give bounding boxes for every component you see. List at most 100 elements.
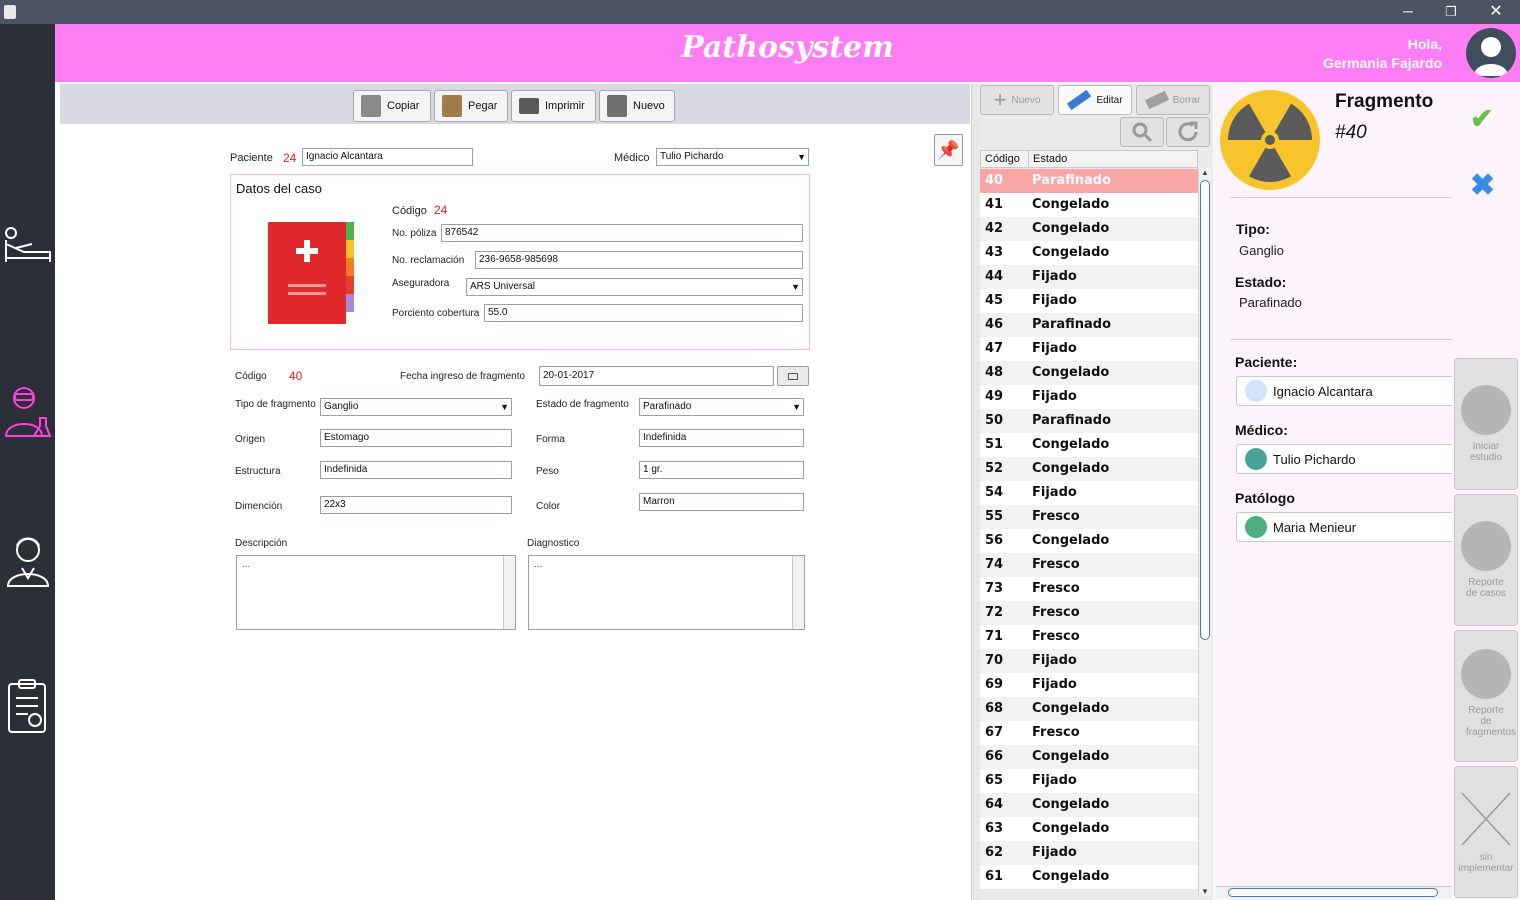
list-row[interactable]: 56 Congelado	[980, 529, 1198, 553]
list-row[interactable]: 42 Congelado	[980, 217, 1198, 241]
col-state-header[interactable]: Estado	[1033, 153, 1067, 165]
detail-type-label: Tipo:	[1236, 221, 1270, 237]
user-avatar[interactable]	[1466, 28, 1516, 78]
list-row[interactable]: 61 Congelado	[980, 865, 1198, 889]
plus-icon: +	[993, 87, 1007, 112]
list-row[interactable]: 63 Congelado	[980, 817, 1198, 841]
list-row[interactable]: 44 Fijado	[980, 265, 1198, 289]
doctor-select[interactable]: Tulio Pichardo ▼	[656, 148, 809, 166]
fragment-report-button[interactable]: Reporte de fragmentos	[1454, 630, 1518, 762]
list-row[interactable]: 54 Fijado	[980, 481, 1198, 505]
list-row[interactable]: 46 Parafinado	[980, 313, 1198, 337]
clipboard-icon[interactable]	[6, 678, 48, 734]
list-row[interactable]: 41 Congelado	[980, 193, 1198, 217]
row-state: Congelado	[1032, 461, 1110, 476]
refresh-button[interactable]	[1166, 117, 1210, 147]
fragment-date-field[interactable]: 20-01-2017	[539, 366, 774, 386]
list-row[interactable]: 69 Fijado	[980, 673, 1198, 697]
detail-doctor-chip[interactable]: Tulio Pichardo	[1236, 444, 1456, 474]
list-scrollbar[interactable]: ▲ ▼	[1198, 168, 1211, 896]
list-row[interactable]: 51 Congelado	[980, 433, 1198, 457]
shape-field[interactable]: Indefinida	[639, 429, 804, 447]
scroll-up-arrow[interactable]: ▲	[1199, 168, 1211, 177]
list-row[interactable]: 71 Fresco	[980, 625, 1198, 649]
doctor-avatar-icon	[1245, 448, 1267, 470]
list-delete-button[interactable]: Borrar	[1136, 85, 1210, 115]
case-report-button[interactable]: Reporte de casos	[1454, 494, 1518, 626]
confirm-check-icon[interactable]: ✔	[1470, 102, 1493, 135]
list-row[interactable]: 70 Fijado	[980, 649, 1198, 673]
row-state: Parafinado	[1032, 317, 1112, 332]
print-button[interactable]: Imprimir	[511, 90, 596, 122]
list-row[interactable]: 72 Fresco	[980, 601, 1198, 625]
detail-hscrollbar[interactable]	[1216, 886, 1452, 898]
pathologist-avatar-icon	[1245, 516, 1267, 538]
row-state: Fijado	[1032, 845, 1077, 860]
hospital-bed-icon[interactable]	[2, 224, 54, 268]
list-row[interactable]: 68 Congelado	[980, 697, 1198, 721]
minimize-button[interactable]: ─	[1397, 0, 1419, 24]
calendar-button[interactable]	[777, 366, 809, 386]
patient-name-field[interactable]: Ignacio Alcantara	[302, 148, 473, 166]
list-row[interactable]: 73 Fresco	[980, 577, 1198, 601]
row-code: 61	[985, 869, 1004, 884]
start-study-button[interactable]: Iniciar estudio	[1454, 358, 1518, 490]
new-button[interactable]: Nuevo	[599, 90, 675, 122]
window-titlebar: ─ ❐ ✕	[0, 0, 1520, 24]
list-row[interactable]: 64 Congelado	[980, 793, 1198, 817]
policy-field[interactable]: 876542	[441, 224, 803, 242]
list-row[interactable]: 67 Fresco	[980, 721, 1198, 745]
list-edit-button[interactable]: Editar	[1058, 85, 1132, 115]
list-row[interactable]: 65 Fijado	[980, 769, 1198, 793]
detail-pathologist-chip[interactable]: Maria Menieur	[1236, 512, 1456, 542]
fragment-state-select[interactable]: Parafinado ▼	[639, 398, 804, 416]
list-new-button[interactable]: + Nuevo	[980, 85, 1054, 115]
study-icon	[1461, 385, 1511, 435]
description-scrollbar[interactable]	[503, 556, 515, 629]
color-field[interactable]: Marron	[639, 493, 804, 511]
structure-field[interactable]: Indefinida	[320, 461, 512, 479]
restore-button[interactable]: ❐	[1440, 0, 1462, 24]
detail-patient-chip[interactable]: Ignacio Alcantara	[1236, 376, 1456, 406]
lab-technician-icon[interactable]	[2, 384, 54, 442]
list-row[interactable]: 62 Fijado	[980, 841, 1198, 865]
claim-field[interactable]: 236-9658-985698	[475, 251, 803, 269]
fragment-type-select[interactable]: Ganglio ▼	[320, 398, 512, 416]
list-row-selected[interactable]: 40 Parafinado	[980, 169, 1198, 193]
search-button[interactable]	[1120, 117, 1164, 147]
diagnosis-textarea[interactable]: ...	[528, 555, 805, 630]
dimension-field[interactable]: 22x3	[320, 496, 512, 514]
splitter[interactable]	[971, 84, 978, 900]
scroll-thumb[interactable]	[1200, 180, 1210, 640]
row-code: 48	[985, 365, 1004, 380]
col-code-header[interactable]: Código	[985, 153, 1020, 165]
list-row[interactable]: 45 Fijado	[980, 289, 1198, 313]
unimplemented-button[interactable]: sin implementar	[1454, 766, 1518, 898]
copy-button[interactable]: Copiar	[353, 90, 431, 122]
list-row[interactable]: 50 Parafinado	[980, 409, 1198, 433]
paste-button[interactable]: Pegar	[434, 90, 508, 122]
description-textarea[interactable]: ...	[236, 555, 516, 630]
close-button[interactable]: ✕	[1484, 0, 1508, 24]
insurer-select[interactable]: ARS Universal ▼	[466, 278, 803, 296]
doctor-icon[interactable]	[4, 532, 52, 588]
weight-field[interactable]: 1 gr.	[639, 461, 804, 479]
list-row[interactable]: 55 Fresco	[980, 505, 1198, 529]
list-row[interactable]: 43 Congelado	[980, 241, 1198, 265]
row-state: Fresco	[1032, 509, 1080, 524]
coverage-field[interactable]: 55.0	[484, 304, 803, 322]
list-row[interactable]: 47 Fijado	[980, 337, 1198, 361]
pin-button[interactable]: 📌	[934, 134, 963, 166]
list-row[interactable]: 74 Fresco	[980, 553, 1198, 577]
row-state: Fresco	[1032, 605, 1080, 620]
description-text: ...	[242, 559, 251, 570]
scroll-down-arrow[interactable]: ▼	[1199, 887, 1211, 896]
list-row[interactable]: 52 Congelado	[980, 457, 1198, 481]
origin-field[interactable]: Estomago	[320, 429, 512, 447]
list-row[interactable]: 49 Fijado	[980, 385, 1198, 409]
hscroll-thumb[interactable]	[1228, 888, 1438, 897]
list-row[interactable]: 66 Congelado	[980, 745, 1198, 769]
cancel-x-icon[interactable]: ✖	[1470, 168, 1495, 203]
list-row[interactable]: 48 Congelado	[980, 361, 1198, 385]
diagnosis-scrollbar[interactable]	[792, 556, 804, 629]
